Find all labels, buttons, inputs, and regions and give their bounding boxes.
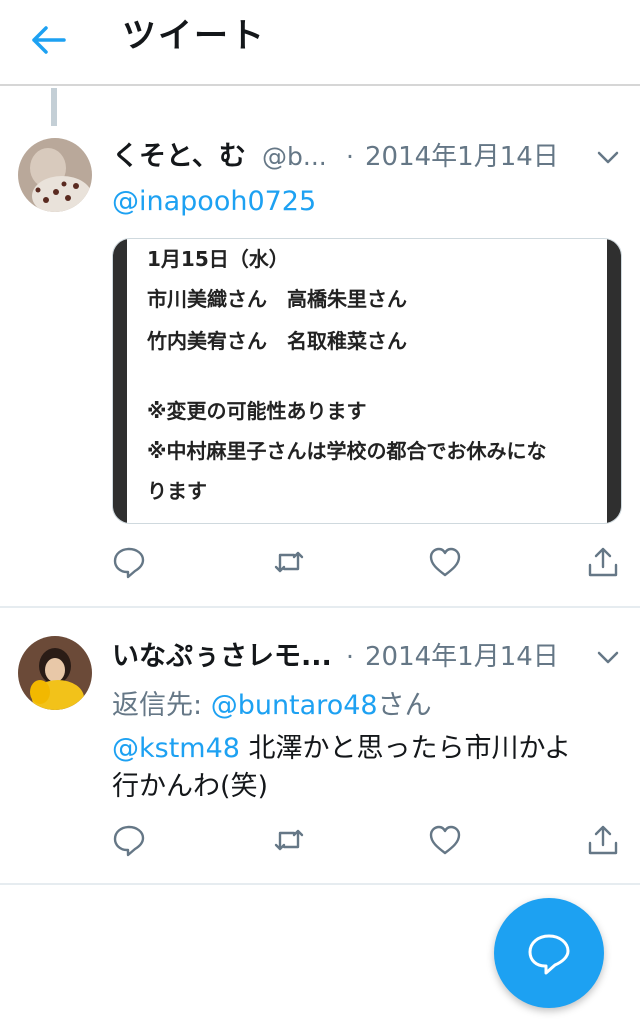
share-icon[interactable] bbox=[586, 545, 620, 579]
reply-icon[interactable] bbox=[112, 823, 146, 857]
image-text-line: ります bbox=[147, 479, 207, 503]
reply-icon[interactable] bbox=[112, 545, 146, 579]
top-bar: ツイート bbox=[0, 0, 640, 86]
chevron-down-icon[interactable] bbox=[596, 650, 620, 666]
action-bar bbox=[0, 823, 640, 863]
tweet-date[interactable]: 2014年1月14日 bbox=[365, 140, 559, 174]
separator-dot: · bbox=[346, 142, 354, 171]
author-handle[interactable]: @b... bbox=[262, 140, 327, 174]
author-name[interactable]: くそと、む bbox=[112, 140, 246, 174]
tweet-body-line: 行かんわ(笑) bbox=[112, 771, 269, 802]
like-icon[interactable] bbox=[428, 545, 462, 579]
reply-prefix: 返信先: bbox=[112, 690, 211, 721]
retweet-icon[interactable] bbox=[272, 545, 306, 579]
tweet-body-line: @kstm48 北澤かと思ったら市川かよ bbox=[112, 731, 571, 767]
page-title: ツイート bbox=[122, 16, 266, 56]
tweet-date[interactable]: 2014年1月14日 bbox=[365, 640, 559, 674]
avatar[interactable] bbox=[18, 636, 92, 710]
action-bar bbox=[0, 545, 640, 585]
mention-link[interactable]: @kstm48 bbox=[112, 733, 240, 764]
thread-connector bbox=[51, 88, 57, 126]
image-text-line: ※中村麻里子さんは学校の都合でお休みにな bbox=[147, 439, 547, 463]
chevron-down-icon[interactable] bbox=[596, 150, 620, 166]
reply-suffix: さん bbox=[377, 690, 432, 721]
share-icon[interactable] bbox=[586, 823, 620, 857]
avatar[interactable] bbox=[18, 138, 92, 212]
image-border-left bbox=[113, 239, 127, 523]
image-text-line: 1月15日（水） bbox=[147, 247, 289, 271]
reply-context: 返信先: @buntaro48さん bbox=[112, 688, 432, 724]
image-text-line: 竹内美宥さん 名取稚菜さん bbox=[147, 329, 407, 353]
image-border-right bbox=[607, 239, 621, 523]
separator-dot: · bbox=[346, 642, 354, 671]
tweet-divider bbox=[0, 606, 640, 608]
compose-reply-icon bbox=[528, 934, 570, 975]
compose-reply-button[interactable] bbox=[494, 898, 604, 1008]
back-arrow-icon[interactable] bbox=[28, 22, 68, 58]
image-text-line: ※変更の可能性あります bbox=[147, 399, 367, 423]
author-name[interactable]: いなぷぅさレモ... bbox=[112, 640, 332, 674]
reply-handle-link[interactable]: @buntaro48 bbox=[211, 690, 378, 721]
tweet-text: 北澤かと思ったら市川かよ bbox=[239, 733, 572, 764]
retweet-icon[interactable] bbox=[272, 823, 306, 857]
mention-link[interactable]: @inapooh0725 bbox=[112, 184, 316, 220]
media-image[interactable]: 1月15日（水） 市川美織さん 高橋朱里さん 竹内美宥さん 名取稚菜さん ※変更… bbox=[112, 238, 622, 524]
like-icon[interactable] bbox=[428, 823, 462, 857]
tweet-divider bbox=[0, 883, 640, 885]
image-text-line: 市川美織さん 高橋朱里さん bbox=[147, 287, 407, 311]
